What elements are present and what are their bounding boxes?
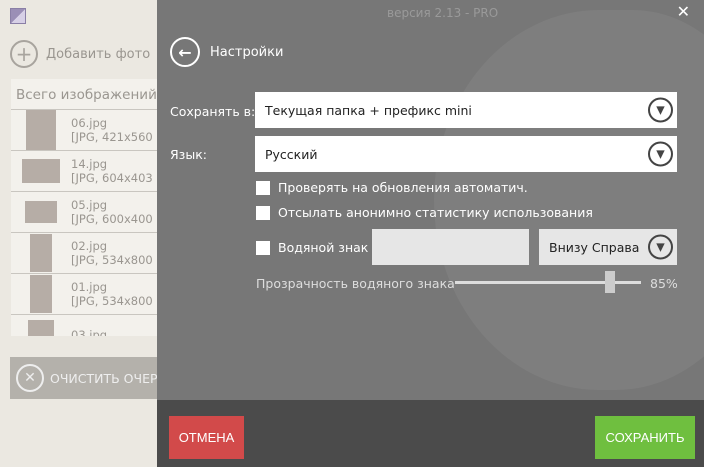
send-stats-label: Отсылать анонимно статистику использован… — [278, 205, 593, 220]
language-value: Русский — [265, 146, 318, 162]
thumbnail — [11, 159, 71, 183]
settings-panel: версия 2.13 - PRO ✕ ← Настройки Сохранят… — [157, 0, 704, 400]
save-to-select[interactable]: Текущая папка + префикс mini ▼ — [255, 92, 677, 128]
list-item[interactable]: 05.jpg [JPG, 600x400 — [11, 192, 161, 233]
add-photo-button[interactable]: + Добавить фото — [10, 40, 150, 68]
list-item[interactable]: 02.jpg [JPG, 534x800 — [11, 233, 161, 274]
list-item[interactable]: 06.jpg [JPG, 421x560 — [11, 110, 161, 151]
file-info: [JPG, 534x800 — [71, 253, 153, 267]
opacity-value: 85% — [650, 276, 678, 291]
list-header: Всего изображений — [11, 79, 161, 110]
background-logo — [434, 10, 704, 390]
window-title: версия 2.13 - PRO — [387, 6, 499, 20]
plus-icon: + — [10, 40, 38, 68]
add-photo-label: Добавить фото — [46, 46, 151, 62]
save-button[interactable]: СОХРАНИТЬ — [595, 416, 695, 459]
file-name: 02.jpg — [71, 239, 108, 253]
page-title: Настройки — [210, 45, 284, 60]
cancel-button[interactable]: ОТМЕНА — [169, 416, 244, 459]
language-label: Язык: — [170, 147, 207, 162]
footer: ОТМЕНА СОХРАНИТЬ — [157, 400, 704, 467]
file-info: [JPG, 534x800 — [71, 294, 153, 308]
list-item[interactable]: 01.jpg [JPG, 534x800 — [11, 274, 161, 315]
file-name: 14.jpg — [71, 157, 108, 171]
list-item[interactable]: 14.jpg [JPG, 604x403 — [11, 151, 161, 192]
save-to-label: Сохранять в: — [170, 104, 256, 119]
close-circle-icon: ✕ — [16, 364, 44, 392]
file-info: [JPG, 421x560 — [71, 130, 153, 144]
checkbox-box[interactable] — [256, 180, 270, 195]
file-name: 03.jpg — [71, 328, 108, 336]
sidebar: + Добавить фото Всего изображений 06.jpg… — [0, 0, 170, 467]
watermark-position-value: Внизу Справа — [549, 239, 640, 255]
thumbnail — [11, 320, 71, 336]
check-updates-checkbox[interactable]: Проверять на обновления автоматич. — [256, 180, 528, 195]
image-list[interactable]: Всего изображений 06.jpg [JPG, 421x560 14.… — [11, 79, 161, 336]
file-info: [JPG, 600x400 — [71, 212, 153, 226]
checkbox-box[interactable] — [256, 205, 270, 220]
watermark-label: Водяной знак — [278, 240, 369, 255]
close-icon[interactable]: ✕ — [677, 2, 690, 21]
chevron-down-icon: ▼ — [648, 141, 673, 167]
app-icon — [10, 8, 26, 24]
clear-queue-button[interactable]: ✕ ОЧИСТИТЬ ОЧЕР — [10, 357, 170, 399]
watermark-text-input[interactable] — [372, 229, 529, 265]
file-name: 06.jpg — [71, 116, 108, 130]
file-name: 05.jpg — [71, 198, 108, 212]
watermark-checkbox[interactable]: Водяной знак — [256, 240, 368, 255]
thumbnail — [11, 275, 71, 313]
language-select[interactable]: Русский ▼ — [255, 136, 677, 172]
slider-thumb[interactable] — [604, 271, 615, 293]
check-updates-label: Проверять на обновления автоматич. — [278, 180, 528, 195]
watermark-position-select[interactable]: Внизу Справа ▼ — [539, 229, 677, 265]
thumbnail — [11, 110, 71, 150]
chevron-down-icon: ▼ — [648, 234, 673, 260]
back-arrow-icon[interactable]: ← — [170, 37, 200, 67]
opacity-slider[interactable] — [455, 271, 641, 293]
thumbnail — [11, 234, 71, 272]
opacity-label: Прозрачность водяного знака — [256, 276, 455, 291]
file-info: [JPG, 604x403 — [71, 171, 153, 185]
save-to-value: Текущая папка + префикс mini — [265, 102, 472, 118]
thumbnail — [11, 201, 71, 223]
clear-queue-label: ОЧИСТИТЬ ОЧЕР — [50, 370, 158, 386]
list-item[interactable]: 03.jpg — [11, 315, 161, 336]
send-stats-checkbox[interactable]: Отсылать анонимно статистику использован… — [256, 205, 593, 220]
checkbox-box[interactable] — [256, 240, 270, 255]
chevron-down-icon: ▼ — [648, 97, 673, 123]
file-name: 01.jpg — [71, 280, 108, 294]
